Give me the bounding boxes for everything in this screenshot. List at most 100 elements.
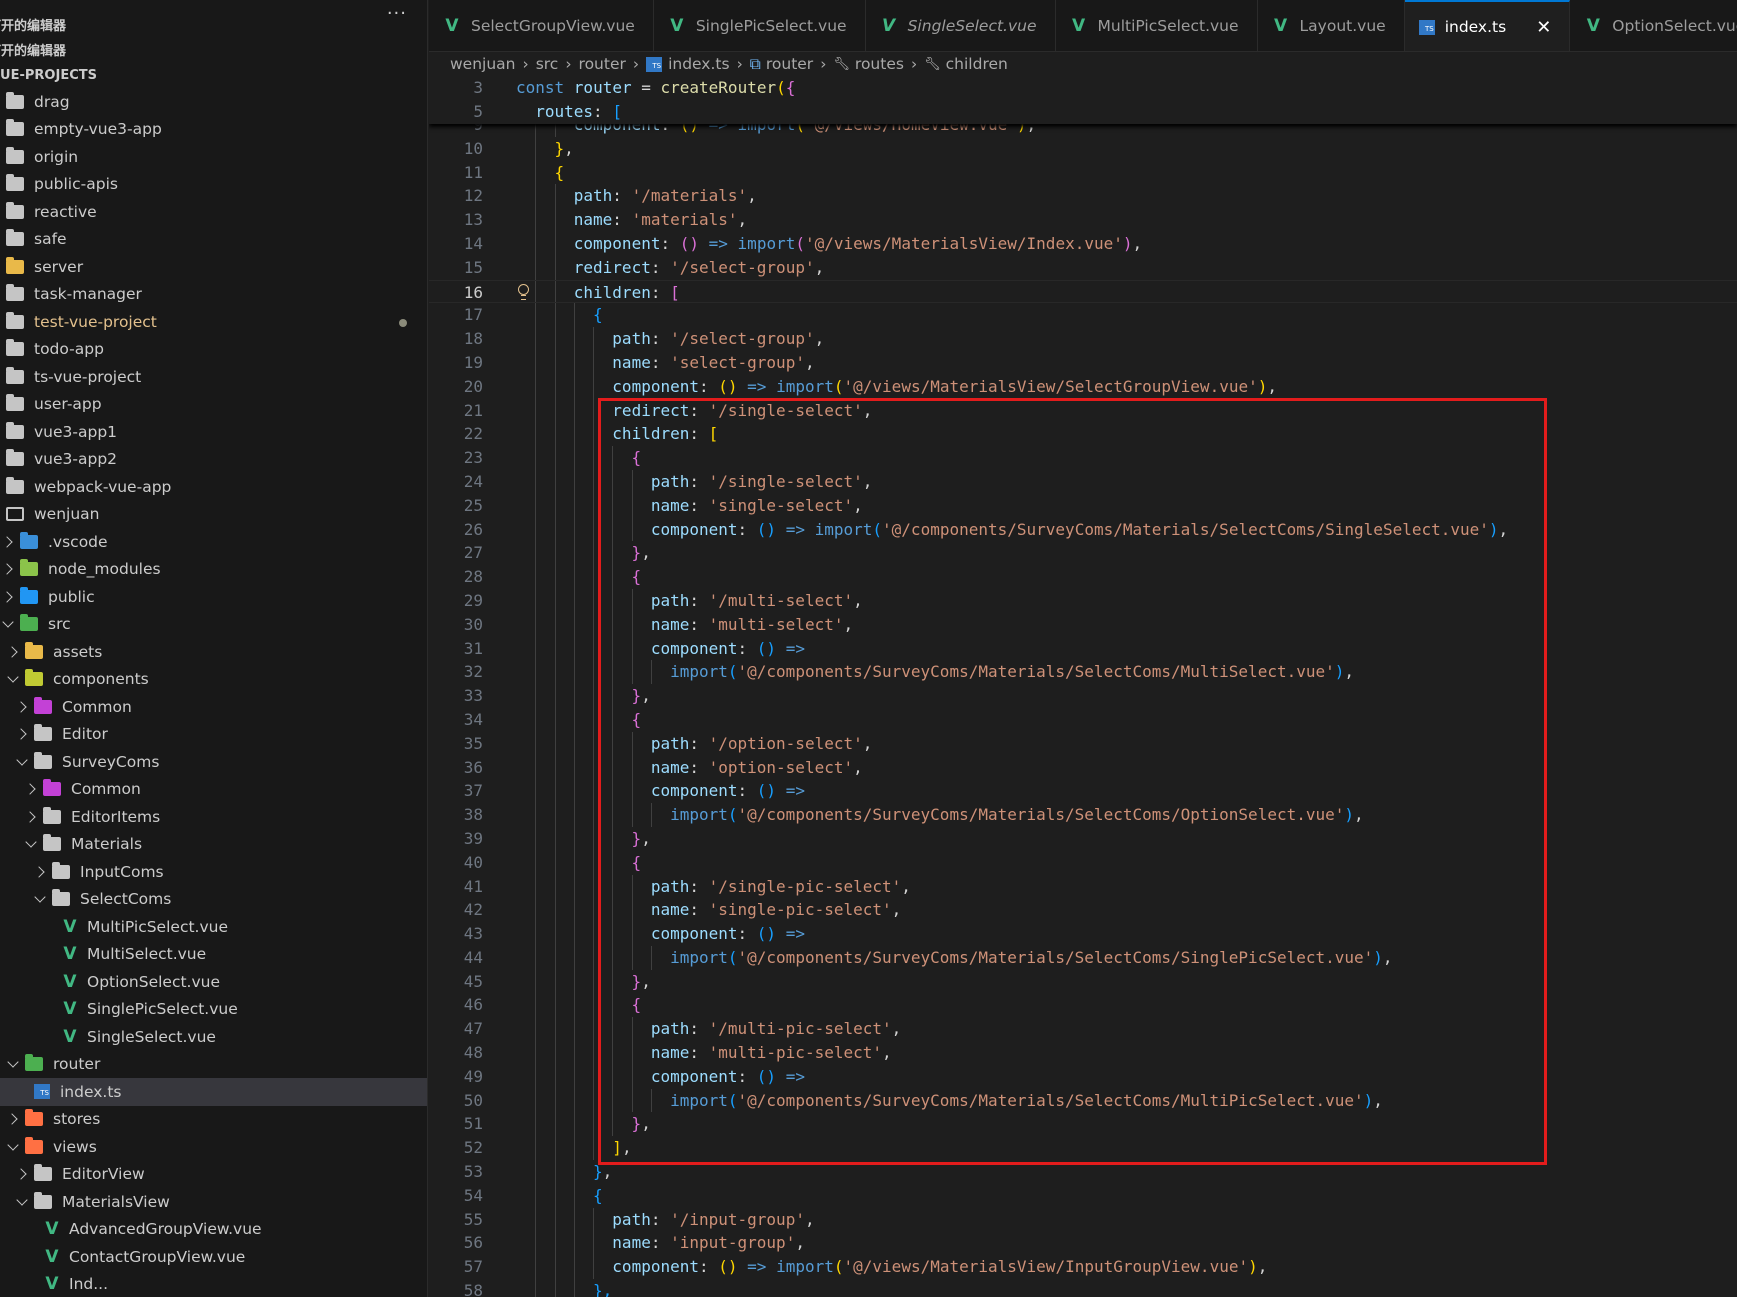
tree-item[interactable]: stores — [0, 1106, 427, 1134]
tree-item[interactable]: V ContactGroupView.vue — [0, 1243, 427, 1271]
code-line[interactable]: 55 path: '/input-group', — [429, 1207, 1737, 1232]
tree-item[interactable]: components — [0, 666, 427, 694]
chevron-down-icon[interactable] — [5, 671, 21, 687]
tree-item[interactable]: public-apis — [0, 171, 427, 199]
open-editors-section[interactable]: 打开的编辑器 — [0, 36, 427, 62]
breadcrumb-item[interactable]: index.ts — [668, 55, 730, 73]
tab-multipicselect-vue[interactable]: V MultiPicSelect.vue — [1056, 0, 1258, 51]
chevron-down-icon[interactable] — [23, 836, 39, 852]
code-line[interactable]: 57 component: () => import('@/views/Mater… — [429, 1255, 1737, 1280]
chevron-right-icon[interactable] — [0, 534, 16, 550]
lightbulb-icon[interactable] — [517, 283, 529, 300]
chevron-right-icon[interactable] — [5, 644, 21, 660]
workspace-header[interactable]: VUE-PROJECTS — [0, 62, 427, 88]
code-line[interactable]: 56 name: 'input-group', — [429, 1231, 1737, 1256]
chevron-down-icon[interactable] — [0, 616, 16, 632]
tab-singleselect-vue[interactable]: V SingleSelect.vue — [866, 0, 1056, 51]
tree-item[interactable]: Common — [0, 693, 427, 721]
tree-item[interactable]: V OptionSelect.vue — [0, 968, 427, 996]
tree-item[interactable]: router — [0, 1051, 427, 1079]
tree-item[interactable]: SelectComs — [0, 886, 427, 914]
code-line[interactable]: 13 name: 'materials', — [429, 208, 1737, 232]
tree-item[interactable]: reactive — [0, 198, 427, 226]
tree-item[interactable]: drag — [0, 88, 427, 116]
code-line[interactable]: 11 { — [429, 160, 1737, 185]
tree-item[interactable]: V AdvancedGroupView.vue — [0, 1216, 427, 1244]
code-line[interactable]: 10}, — [429, 136, 1737, 161]
chevron-down-icon[interactable] — [5, 1056, 21, 1072]
tree-item[interactable]: V SingleSelect.vue — [0, 1023, 427, 1051]
breadcrumb-item[interactable]: wenjuan — [450, 55, 516, 73]
tree-item[interactable]: EditorItems — [0, 803, 427, 831]
breadcrumb-item[interactable]: children — [946, 55, 1008, 73]
tree-item[interactable]: Common — [0, 776, 427, 804]
tree-item[interactable]: origin — [0, 143, 427, 171]
tree-item[interactable]: todo-app — [0, 336, 427, 364]
chevron-right-icon[interactable] — [5, 1111, 21, 1127]
breadcrumb-item[interactable]: router — [579, 55, 626, 73]
code-line[interactable]: 16 children: [ — [429, 279, 1737, 304]
tree-item[interactable]: SurveyComs — [0, 748, 427, 776]
breadcrumb-item[interactable]: src — [536, 55, 559, 73]
tab-layout-vue[interactable]: V Layout.vue — [1258, 0, 1405, 51]
chevron-down-icon[interactable] — [14, 754, 30, 770]
chevron-right-icon[interactable] — [0, 589, 16, 605]
tree-item[interactable]: MaterialsView — [0, 1188, 427, 1216]
tree-item[interactable]: .vscode — [0, 528, 427, 556]
tree-item[interactable]: V MultiSelect.vue — [0, 941, 427, 969]
code-line[interactable]: 58}, — [429, 1279, 1737, 1297]
tree-item[interactable]: webpack-vue-app — [0, 473, 427, 501]
tree-item[interactable]: public — [0, 583, 427, 611]
tree-item[interactable]: V Ind... — [0, 1271, 427, 1297]
chevron-down-icon[interactable] — [32, 891, 48, 907]
tree-item[interactable]: V MultiPicSelect.vue — [0, 913, 427, 941]
chevron-right-icon[interactable] — [32, 864, 48, 880]
chevron-right-icon[interactable] — [0, 561, 16, 577]
tree-item[interactable]: node_modules — [0, 556, 427, 584]
tree-item[interactable]: wenjuan — [0, 501, 427, 529]
tree-item[interactable]: test-vue-project — [0, 308, 427, 336]
tree-item[interactable]: vue3-app2 — [0, 446, 427, 474]
code-line[interactable]: 18 path: '/select-group', — [429, 327, 1737, 351]
tab-optionselect-vue[interactable]: V OptionSelect.vue — [1570, 0, 1737, 51]
code-line[interactable]: 12 path: '/materials', — [429, 184, 1737, 209]
chevron-down-icon[interactable] — [14, 1194, 30, 1210]
tree-item[interactable]: safe — [0, 226, 427, 254]
code-line[interactable]: 17 { — [429, 303, 1737, 328]
close-icon[interactable]: ✕ — [1536, 17, 1551, 38]
tree-item[interactable]: EditorView — [0, 1161, 427, 1189]
tree-item[interactable]: empty-vue3-app — [0, 116, 427, 144]
tree-item[interactable]: src — [0, 611, 427, 639]
tree-item[interactable]: ts-vue-project — [0, 363, 427, 391]
code-line[interactable]: 5 routes: [ — [429, 100, 1737, 124]
chevron-right-icon[interactable] — [23, 781, 39, 797]
code-line[interactable]: 20 component: () => import('@/views/Mater… — [429, 374, 1737, 399]
open-editors-header[interactable]: 打开的编辑器 — [0, 0, 427, 36]
chevron-right-icon[interactable] — [14, 726, 30, 742]
tab-selectgroupview-vue[interactable]: V SelectGroupView.vue — [429, 0, 654, 51]
chevron-right-icon[interactable] — [23, 809, 39, 825]
tree-item[interactable]: Materials — [0, 831, 427, 859]
tree-item[interactable]: InputComs — [0, 858, 427, 886]
code-line[interactable]: 19 name: 'select-group', — [429, 350, 1737, 375]
tree-item[interactable]: server — [0, 253, 427, 281]
chevron-down-icon[interactable] — [5, 1139, 21, 1155]
breadcrumb-item[interactable]: routes — [855, 55, 904, 73]
tree-item[interactable]: V SinglePicSelect.vue — [0, 996, 427, 1024]
tree-item[interactable]: TS index.ts — [0, 1078, 427, 1106]
tree-item[interactable]: Editor — [0, 721, 427, 749]
tree-item[interactable]: vue3-app1 — [0, 418, 427, 446]
chevron-right-icon[interactable] — [14, 1166, 30, 1182]
more-actions-icon[interactable]: ··· — [387, 5, 407, 23]
tree-item[interactable]: views — [0, 1133, 427, 1161]
tree-item[interactable]: user-app — [0, 391, 427, 419]
chevron-right-icon[interactable] — [14, 699, 30, 715]
code-line[interactable]: 3 const router = createRouter({ — [429, 76, 1737, 100]
code-line[interactable]: 54 { — [429, 1183, 1737, 1208]
tab-singlepicselect-vue[interactable]: V SinglePicSelect.vue — [654, 0, 866, 51]
code-line[interactable]: 14 component: () => import('@/views/Mater… — [429, 231, 1737, 256]
tree-item[interactable]: task-manager — [0, 281, 427, 309]
code-line[interactable]: 15 redirect: '/select-group', — [429, 255, 1737, 280]
breadcrumb-item[interactable]: router — [766, 55, 813, 73]
tab-index-ts[interactable]: TS index.ts ✕ — [1404, 0, 1571, 51]
